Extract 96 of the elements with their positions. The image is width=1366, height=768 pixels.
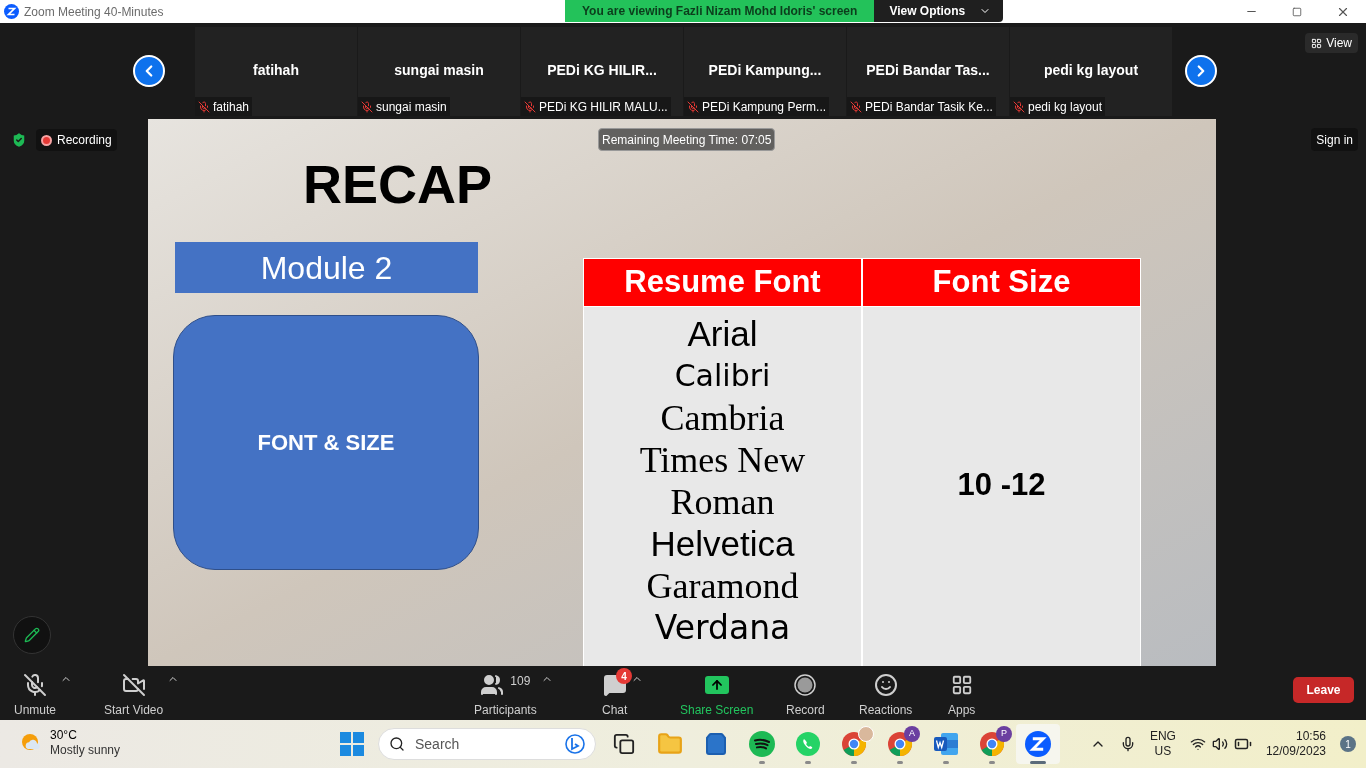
share-banner: You are viewing Fazli Nizam Mohd Idoris' screen (565, 0, 875, 22)
column-header: Resume Font (584, 259, 861, 306)
folder-icon (657, 731, 683, 757)
wifi-icon[interactable] (1189, 736, 1206, 752)
profile-badge: P (996, 726, 1012, 742)
spotify-icon (749, 731, 775, 757)
participant-tile[interactable]: PEDi KG HILIR... PEDi KG HILIR MALU... (521, 27, 683, 116)
participant-tile[interactable]: PEDi Bandar Tas... PEDi Bandar Tasik Ke... (847, 27, 1009, 116)
toolbar-button[interactable]: Unmute (10, 672, 61, 719)
share-screen-icon (704, 676, 729, 694)
notification-badge: 4 (616, 668, 632, 684)
participant-tile[interactable]: sungai masin sungai masin (358, 27, 520, 116)
participant-label: PEDi KG HILIR MALU... (539, 98, 668, 116)
browser-icon (979, 731, 1005, 757)
search-box[interactable]: Search (378, 728, 596, 760)
notification-count[interactable]: 1 (1340, 736, 1356, 752)
video-meeting-icon (1025, 731, 1051, 757)
toolbar-button[interactable]: Reactions (855, 672, 917, 719)
browser-icon (887, 731, 913, 757)
running-indicator (943, 761, 949, 764)
participant-name: PEDi KG HILIR... (546, 61, 658, 80)
participant-label: fatihah (213, 98, 250, 116)
running-indicator (851, 761, 857, 764)
participant-tile[interactable]: PEDi Kampung... PEDi Kampung Perm... (684, 27, 846, 116)
annotate-button[interactable] (13, 616, 51, 654)
smiley-icon (873, 673, 898, 697)
font-name: Arial (687, 312, 758, 355)
apps-icon (950, 674, 973, 696)
toolbar-button[interactable]: Share Screen (676, 672, 758, 719)
participant-label: PEDi Kampung Perm... (702, 98, 827, 116)
profile-badge: A (904, 726, 920, 742)
participant-count: 109 (510, 673, 531, 690)
toolbar-button[interactable]: 109 Participants (470, 672, 541, 719)
window-title: Zoom Meeting 40-Minutes (24, 3, 164, 21)
participant-tile[interactable]: pedi kg layout pedi kg layout (1010, 27, 1172, 116)
font-name: Times New Roman (638, 438, 807, 523)
column-header: Font Size (863, 259, 1140, 306)
task-view-icon (613, 733, 635, 755)
slide-title: RECAP (303, 153, 493, 216)
phone-chat-icon (795, 731, 821, 757)
taskbar-app[interactable]: P (970, 724, 1014, 764)
remaining-time-tooltip: Remaining Meeting Time: 07:05 (598, 128, 776, 151)
view-button[interactable]: View (1305, 33, 1358, 53)
next-page-button[interactable] (1185, 55, 1217, 87)
store-icon (704, 732, 728, 756)
running-indicator (759, 761, 765, 764)
participant-name: PEDi Kampung... (707, 61, 823, 80)
taskbar-app[interactable]: A (878, 724, 922, 764)
running-indicator (897, 761, 903, 764)
font-name: Verdana (654, 606, 791, 649)
recording-indicator: Recording (36, 129, 117, 151)
participant-tile[interactable]: fatihah fatihah (195, 27, 357, 116)
b-shaped-icon (565, 734, 585, 754)
language-indicator[interactable]: ENG (1149, 729, 1176, 744)
leave-button[interactable]: Leave (1293, 677, 1354, 703)
participant-label: sungai masin (376, 98, 447, 116)
chat-icon (602, 673, 627, 697)
font-name: Calibri (674, 356, 771, 395)
participant-name: PEDi Bandar Tas... (865, 61, 991, 80)
clock-time[interactable]: 10:56 (1295, 729, 1326, 744)
people-icon (480, 673, 505, 697)
document-app-icon (933, 732, 959, 756)
font-name: Garamond (646, 564, 799, 607)
temperature: 30°C (50, 728, 78, 743)
toolbar-button[interactable]: Start Video (100, 672, 168, 719)
participant-name: fatihah (252, 61, 300, 80)
font-name: Cambria (660, 396, 785, 439)
grid-icon (1311, 37, 1323, 49)
toolbar-button[interactable]: Apps (944, 672, 980, 719)
font-name: Helvetica (650, 522, 795, 565)
font-size-value: 10 -12 (957, 465, 1046, 504)
windows-logo-icon (340, 732, 364, 756)
participant-name: sungai masin (393, 61, 485, 80)
record-icon (794, 674, 817, 696)
sign-in-button[interactable]: Sign in (1311, 128, 1358, 151)
running-indicator (989, 761, 995, 764)
view-options-button[interactable]: View Options (874, 0, 1004, 22)
weather-condition: Mostly sunny (50, 743, 121, 758)
module-label: Module 2 (175, 242, 478, 293)
search-field[interactable]: Search (415, 733, 555, 755)
speaker-icon[interactable] (1211, 736, 1228, 752)
topic-card: FONT & SIZE (173, 315, 479, 570)
pencil-icon (24, 627, 40, 643)
region-indicator[interactable]: US (1154, 744, 1172, 759)
participant-name: pedi kg layout (1042, 61, 1140, 80)
toolbar-button[interactable]: Record (782, 672, 829, 719)
restore-icon (1292, 6, 1302, 17)
search-icon (389, 736, 405, 752)
running-indicator (805, 761, 811, 764)
running-indicator (1030, 761, 1046, 764)
participant-label: PEDi Bandar Tasik Ke... (865, 98, 993, 116)
app-logo-icon (4, 4, 19, 19)
shield-check-icon (10, 131, 28, 149)
clock-date[interactable]: 12/09/2023 (1265, 744, 1326, 759)
previous-page-button[interactable] (133, 55, 165, 87)
participant-label: pedi kg layout (1028, 98, 1103, 116)
